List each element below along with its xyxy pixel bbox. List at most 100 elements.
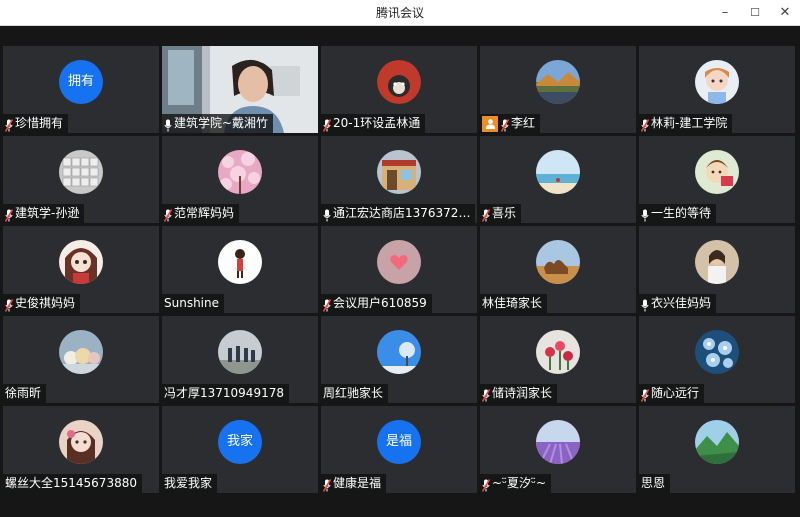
participant-tile[interactable]: ~ᵕ̈夏汐ᵕ̈~ [480,406,636,493]
landscape-photo-icon [536,60,580,104]
participant-namebar: 衣兴佳妈妈 [639,294,717,313]
participant-tile[interactable]: 20-1环设孟林通 [321,46,477,133]
participant-name: 储诗润家长 [492,386,553,400]
storefront-icon [377,150,421,194]
participant-name: 林佳琦家长 [482,296,543,310]
participant-tile[interactable]: 一生的等待 [639,136,795,223]
participant-name: 我爱我家 [164,476,213,490]
anime-girl-icon [59,240,103,284]
mic-muted-icon [4,207,14,222]
title-bar: 腾讯会议 – ☐ ✕ [0,0,800,26]
participant-name: Sunshine [164,296,220,310]
participant-namebar: Sunshine [162,294,225,313]
participant-name: 会议用户610859 [333,296,427,310]
lavender-field-icon [536,420,580,464]
participant-tile[interactable]: 储诗润家长 [480,316,636,403]
participant-namebar: 珍惜拥有 [3,114,69,133]
participant-tile[interactable]: 是福健康是福 [321,406,477,493]
participant-name: 周红驰家长 [323,386,384,400]
participant-name: 20-1环设孟林通 [333,116,421,130]
participant-tile[interactable]: 徐雨昕 [3,316,159,403]
participant-namebar: 冯才厚13710949178 [162,384,289,403]
participant-namebar: 周红驰家长 [321,384,389,403]
camel-desert-icon [536,240,580,284]
participant-namebar: 我爱我家 [162,474,218,493]
participant-tile[interactable]: 拥有珍惜拥有 [3,46,159,133]
participant-tile[interactable]: 范常辉妈妈 [162,136,318,223]
minimize-button[interactable]: – [710,0,740,26]
participant-tile[interactable]: 建筑学-孙逊 [3,136,159,223]
avatar: 拥有 [59,60,103,104]
participant-tile[interactable]: 我家 我爱我家 [162,406,318,493]
mic-muted-icon [4,297,14,312]
participant-tile[interactable]: 林莉-建工学院 [639,46,795,133]
participant-name: ~ᵕ̈夏汐ᵕ̈~ [492,476,547,490]
cherry-blossom-icon [218,150,262,194]
participant-tile[interactable]: 会议用户610859 [321,226,477,313]
participant-tile[interactable]: 随心远行 [639,316,795,403]
participant-tile[interactable]: 冯才厚13710949178 [162,316,318,403]
participant-name: 一生的等待 [651,206,712,220]
participant-tile[interactable]: 李红 [480,46,636,133]
mic-muted-icon [640,387,650,402]
participant-namebar: ~ᵕ̈夏汐ᵕ̈~ [480,474,552,493]
participant-name: 范常辉妈妈 [174,206,235,220]
mic-muted-icon [481,387,491,402]
participant-name: 通江宏达商店1376372… [333,206,471,220]
participant-tile[interactable]: 通江宏达商店1376372… [321,136,477,223]
participant-namebar: 一生的等待 [639,204,717,223]
avatar: 是福 [377,420,421,464]
participant-name: 史俊祺妈妈 [15,296,76,310]
girl-figure-icon [218,240,262,284]
participant-tile[interactable]: 喜乐 [480,136,636,223]
participant-name: 珍惜拥有 [15,116,64,130]
close-button[interactable]: ✕ [770,0,800,26]
plush-toys-icon [59,330,103,374]
window-title: 腾讯会议 [375,6,424,20]
participant-namebar: 储诗润家长 [480,384,558,403]
participant-namebar: 林莉-建工学院 [639,114,733,133]
participant-name: 冯才厚13710949178 [164,386,284,400]
participant-namebar: 通江宏达商店1376372… [321,204,476,223]
participant-name: 徐雨昕 [5,386,42,400]
participant-tile[interactable]: Sunshine [162,226,318,313]
mic-muted-icon [322,297,332,312]
seaside-photo-icon [536,150,580,194]
participant-namebar: 随心远行 [639,384,705,403]
participant-tile[interactable]: 林佳琦家长 [480,226,636,313]
avatar: 我家 [218,420,262,464]
mic-muted-icon [481,207,491,222]
blue-sky-tree-icon [377,330,421,374]
participant-tile[interactable]: 衣兴佳妈妈 [639,226,795,313]
participant-name: 衣兴佳妈妈 [651,296,712,310]
mic-icon [641,297,649,312]
participant-namebar: 范常辉妈妈 [162,204,240,223]
participant-namebar: 喜乐 [480,204,522,223]
participant-namebar: 螺丝大全15145673880 [3,474,142,493]
participant-tile[interactable]: 周红驰家长 [321,316,477,403]
mic-icon [164,117,172,132]
participant-namebar: 史俊祺妈妈 [3,294,81,313]
participant-name: 思恩 [641,476,666,490]
participant-tile[interactable]: 史俊祺妈妈 [3,226,159,313]
mic-muted-icon [163,207,173,222]
participant-namebar: 建筑学院~戴湘竹 [162,114,274,133]
participant-tile[interactable]: 思恩 [639,406,795,493]
participant-namebar: 思恩 [639,474,671,493]
participant-namebar: 建筑学-孙逊 [3,204,85,223]
green-mountain-icon [695,420,739,464]
participant-name: 随心远行 [651,386,700,400]
mic-muted-icon [322,477,332,492]
participant-namebar: 李红 [480,114,541,133]
participant-tile[interactable]: 建筑学院~戴湘竹 [162,46,318,133]
participant-name: 健康是福 [333,476,382,490]
mic-muted-icon [640,117,650,132]
maximize-button[interactable]: ☐ [740,0,770,26]
people-outdoor-icon [218,330,262,374]
dog-photo-icon [377,60,421,104]
heart-icon [377,240,421,284]
participant-namebar: 林佳琦家长 [480,294,548,313]
participant-tile[interactable]: 螺丝大全15145673880 [3,406,159,493]
participant-name: 建筑学院~戴湘竹 [174,116,269,130]
girl-portrait-icon [59,420,103,464]
